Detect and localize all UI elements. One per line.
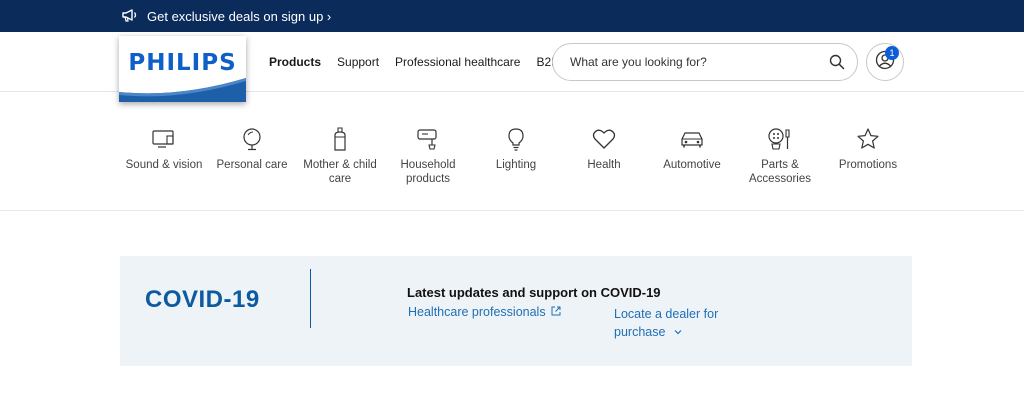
category-label: Lighting (495, 159, 537, 171)
bulb-icon (503, 126, 529, 152)
logo-swoosh (119, 78, 246, 102)
locate-dealer-link[interactable]: Locate a dealer for purchase (614, 305, 744, 341)
tv-icon (151, 126, 177, 152)
search-box (552, 43, 858, 81)
nav-support[interactable]: Support (337, 55, 379, 69)
star-icon (855, 126, 881, 152)
search-icon[interactable] (829, 54, 845, 70)
category-sound-vision[interactable]: Sound & vision (120, 126, 208, 196)
category-promotions[interactable]: Promotions (824, 126, 912, 196)
category-personal-care[interactable]: Personal care (208, 126, 296, 196)
car-icon (679, 126, 705, 152)
covid-title: COVID-19 (145, 286, 260, 313)
category-parts-accessories[interactable]: Parts & Accessories (736, 126, 824, 196)
category-label: Personal care (216, 159, 288, 171)
promo-text: Get exclusive deals on sign up › (147, 8, 332, 24)
category-lighting[interactable]: Lighting (472, 126, 560, 196)
category-label: Automotive (663, 159, 721, 171)
parts-icon (767, 126, 793, 152)
heart-icon (591, 126, 617, 152)
category-bar: Sound & vision Personal care Mother & ch… (120, 126, 912, 196)
philips-logo[interactable]: PHILIPS (119, 36, 246, 102)
category-label: Health (587, 159, 621, 171)
covid-panel: COVID-19 Latest updates and support on C… (120, 256, 912, 366)
category-automotive[interactable]: Automotive (648, 126, 736, 196)
chevron-down-icon (669, 325, 683, 339)
category-health[interactable]: Health (560, 126, 648, 196)
healthcare-professionals-link[interactable]: Healthcare professionals (408, 305, 561, 319)
covid-separator (310, 269, 311, 328)
category-label: Promotions (838, 159, 898, 171)
nav-professional-healthcare[interactable]: Professional healthcare (395, 55, 520, 69)
search-input[interactable] (570, 55, 829, 69)
promo-bar: Get exclusive deals on sign up › (0, 0, 1024, 32)
mixer-icon (415, 126, 441, 152)
category-label: Parts & Accessories (749, 159, 811, 185)
link-label: Healthcare professionals (408, 305, 546, 319)
logo-text: PHILIPS (128, 50, 237, 76)
covid-heading: Latest updates and support on COVID-19 (407, 285, 661, 300)
account-badge: 1 (885, 46, 899, 60)
mirror-icon (239, 126, 265, 152)
baby-bottle-icon (327, 126, 353, 152)
category-label: Household products (400, 159, 456, 185)
category-label: Sound & vision (125, 159, 203, 171)
external-link-icon (546, 305, 561, 319)
promo-link[interactable]: Get exclusive deals on sign up › (121, 8, 331, 25)
category-mother-child-care[interactable]: Mother & child care (296, 126, 384, 196)
nav-products[interactable]: Products (269, 55, 321, 69)
section-divider (0, 210, 1024, 211)
category-label: Mother & child care (303, 159, 377, 185)
main-nav: Products Support Professional healthcare… (269, 32, 575, 92)
megaphone-icon (121, 8, 147, 25)
link-label: Locate a dealer for purchase (614, 307, 719, 339)
category-household-products[interactable]: Household products (384, 126, 472, 196)
